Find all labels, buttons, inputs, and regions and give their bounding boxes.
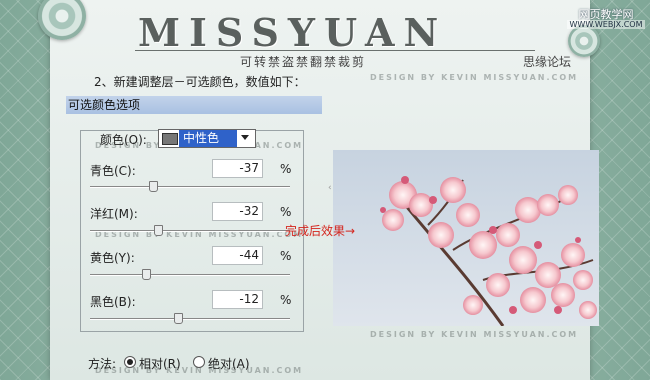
color-select[interactable]: 中性色 xyxy=(158,129,256,148)
yellow-input[interactable]: -44 xyxy=(212,246,263,265)
chevron-down-icon xyxy=(241,135,249,140)
arrow-left-icon: ‹ xyxy=(328,183,332,193)
cyan-input[interactable]: -37 xyxy=(212,159,263,178)
forum-name: 思缘论坛 xyxy=(523,55,572,69)
black-input[interactable]: -12 xyxy=(212,290,263,309)
watermark-text: DESIGN BY KEVIN MISSYUAN.COM xyxy=(370,73,579,82)
method-relative-label[interactable]: 相对(R) xyxy=(139,355,181,372)
title-divider xyxy=(135,50,535,51)
magenta-slider-track[interactable] xyxy=(90,230,290,232)
black-label: 黑色(B): xyxy=(90,295,136,309)
site-subtitle: 可转禁盗禁翻禁裁剪 xyxy=(240,55,367,69)
cyan-percent: % xyxy=(280,162,292,176)
method-absolute-label[interactable]: 绝对(A) xyxy=(208,355,250,372)
yellow-label: 黄色(Y): xyxy=(90,251,135,265)
cyan-label: 青色(C): xyxy=(90,164,136,178)
magenta-slider-thumb[interactable] xyxy=(154,225,163,236)
yellow-percent: % xyxy=(280,249,292,263)
color-label: 颜色(O): xyxy=(100,133,147,147)
magenta-label: 洋红(M): xyxy=(90,207,138,221)
yellow-slider-track[interactable] xyxy=(90,274,290,276)
result-photo-cherry-blossom xyxy=(333,150,599,326)
site-title: MISSYUAN xyxy=(138,10,448,55)
cyan-slider-track[interactable] xyxy=(90,186,290,188)
magenta-input[interactable]: -32 xyxy=(212,202,263,221)
magenta-percent: % xyxy=(280,205,292,219)
black-slider-thumb[interactable] xyxy=(174,313,183,324)
black-slider-track[interactable] xyxy=(90,318,290,320)
watermark-site-url: WWW.WEBJX.COM xyxy=(567,20,645,29)
watermark-text: DESIGN BY KEVIN MISSYUAN.COM xyxy=(370,330,579,339)
flower-ornament-top-right xyxy=(568,25,600,57)
method-label: 方法: xyxy=(88,357,117,371)
method-relative-radio[interactable] xyxy=(124,356,136,368)
color-select-value: 中性色 xyxy=(179,130,237,147)
result-caption: 完成后效果→ xyxy=(285,224,356,238)
step-instruction: 2、新建调整层－可选颜色，数值如下： xyxy=(94,75,306,89)
yellow-slider-thumb[interactable] xyxy=(142,269,151,280)
method-absolute-radio[interactable] xyxy=(193,356,205,368)
cyan-slider-thumb[interactable] xyxy=(149,181,158,192)
dialog-title: 可选颜色选项 xyxy=(66,96,322,114)
black-percent: % xyxy=(280,293,292,307)
color-swatch xyxy=(162,133,178,145)
